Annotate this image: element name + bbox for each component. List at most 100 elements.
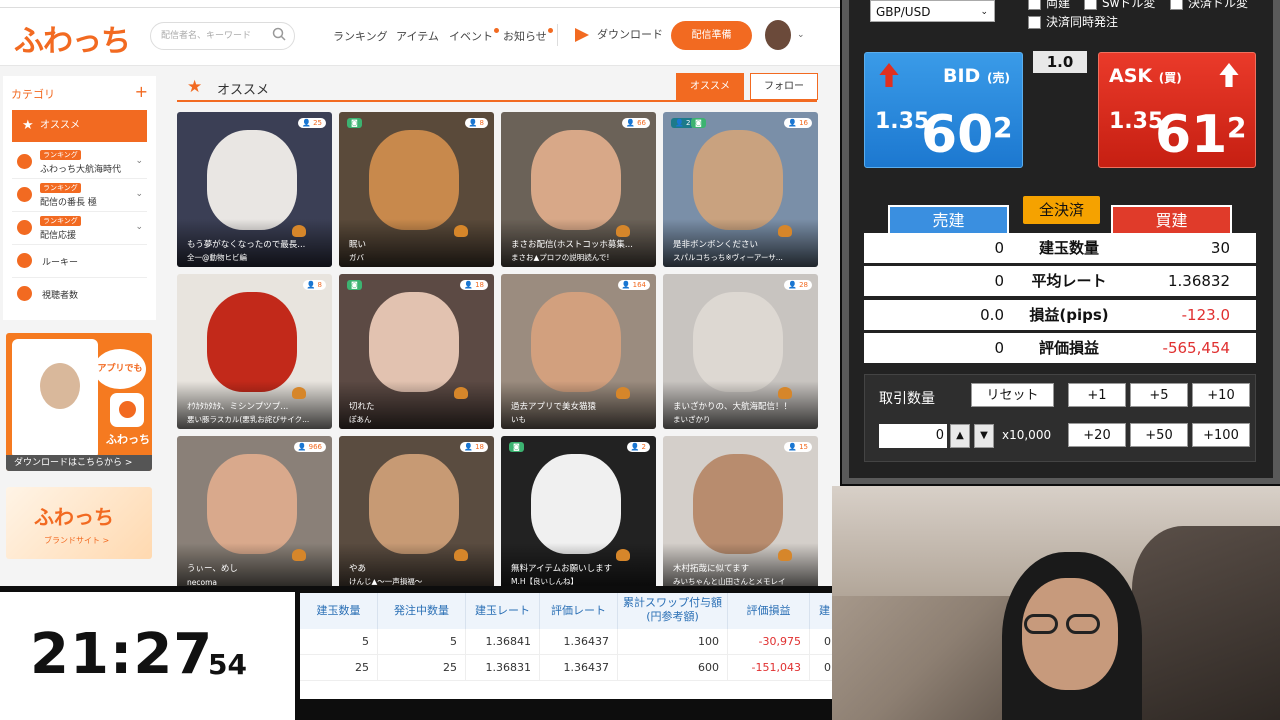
nav-ranking[interactable]: ランキング xyxy=(333,28,388,44)
stream-card[interactable]: 👤 28 まいざかりの、大航海配信！！ まいざかり xyxy=(663,274,818,429)
currency-pair-value: GBP/USD xyxy=(876,5,931,19)
chevron-down-icon[interactable]: ⌄ xyxy=(797,30,805,40)
ranking-badge: ランキング xyxy=(40,183,81,193)
increment-1-button[interactable]: +1 xyxy=(1068,383,1126,407)
site-logo[interactable]: ふわっち xyxy=(14,16,131,60)
brand-site-banner[interactable]: ふわっち ブランドサイト > xyxy=(6,487,152,559)
streamer-name: スパルコちっち※ヴィーアーサ... xyxy=(673,253,783,262)
stream-card[interactable]: 👤 66 まさお配信(ホストコッホ募集... まさお▲プロフの説明読んで! xyxy=(501,112,656,267)
nav-news-label: お知らせ xyxy=(503,30,547,43)
table-header: 累計スワップ付与額 (円参考額) xyxy=(618,593,728,629)
checkbox-label: 決済同時発注 xyxy=(1046,15,1119,29)
nav-events-label: イベント xyxy=(449,30,493,43)
row-label: 損益(pips) xyxy=(1029,306,1109,324)
category-heading: カテゴリ xyxy=(11,88,55,101)
tab-sell-position[interactable]: 売建 xyxy=(888,205,1009,233)
bid-sell-button[interactable]: BID (売) 1.35 60 2 xyxy=(864,52,1023,168)
viewer-count-badge: 👤 18 xyxy=(460,280,488,290)
streamer-name: 悪い豚ラスカル(悪乳お詫びサイク... xyxy=(187,415,310,424)
quantity-input[interactable]: 0 xyxy=(879,424,947,448)
simultaneous-order-checkbox[interactable]: 決済同時発注 xyxy=(1028,13,1118,30)
close-all-button[interactable]: 全決済 xyxy=(1023,196,1100,224)
streamer-name: M.H【良いしんね】 xyxy=(511,577,578,586)
ask-tag: (買) xyxy=(1158,71,1182,85)
nav-events[interactable]: イベント xyxy=(449,28,499,44)
summary-row: 0 平均レート 1.36832 xyxy=(864,266,1256,296)
checkbox-label: Swドル変 xyxy=(1102,0,1156,10)
download-link[interactable]: ダウンロード xyxy=(575,26,663,42)
table-header: 建玉レート xyxy=(466,593,540,629)
stream-title: やあ xyxy=(349,564,367,574)
item-icon xyxy=(454,387,468,399)
sidebar-item-ranking-boss[interactable]: ランキング 配信の番長 極 ⌄ xyxy=(12,179,147,212)
camera-icon: ◙ xyxy=(691,118,706,128)
promo-download-link[interactable]: ダウンロードはこちらから > xyxy=(6,455,152,471)
item-icon xyxy=(292,225,306,237)
viewer-count-badge: 👤 16 xyxy=(784,118,812,128)
sidebar-item-label: オススメ xyxy=(40,120,80,131)
stream-card[interactable]: ◙ 👤 8 眠い ガバ xyxy=(339,112,494,267)
user-avatar[interactable] xyxy=(765,20,791,50)
summary-row: 0.0 損益(pips) -123.0 xyxy=(864,300,1256,330)
table-header: 建 xyxy=(810,593,833,629)
bid-price-main: 60 xyxy=(921,105,994,165)
stream-title: ｵｳｶﾀｶﾀｶﾀ、ミシンプツプ... xyxy=(187,402,289,412)
sidebar-item-label: ふわっち大航海時代 xyxy=(40,165,122,175)
tab-follow[interactable]: フォロー xyxy=(750,73,818,100)
stream-card[interactable]: 👤 164 過去アプリで美女猫猿 いも xyxy=(501,274,656,429)
stream-card[interactable]: 👤 25 もう夢がなくなったので最長... 全一@動物ヒビ編 xyxy=(177,112,332,267)
sidebar-item-ranking-voyage[interactable]: ランキング ふわっち大航海時代 ⌄ xyxy=(12,146,147,179)
download-label: ダウンロード xyxy=(597,28,663,41)
promo-app-name: ふわっち xyxy=(106,433,150,446)
reset-button[interactable]: リセット xyxy=(971,383,1054,407)
increment-5-button[interactable]: +5 xyxy=(1130,383,1188,407)
table-cell: 5 xyxy=(378,629,466,655)
stream-card[interactable]: 👤 8 ｵｳｶﾀｶﾀｶﾀ、ミシンプツプ... 悪い豚ラスカル(悪乳お詫びサイク... xyxy=(177,274,332,429)
prepare-stream-button[interactable]: 配信準備 xyxy=(671,21,752,50)
swap-dollar-checkbox[interactable]: Swドル変 xyxy=(1084,0,1155,11)
stream-card[interactable]: 👤 2 ◙ 👤 16 是非ボンボンください スパルコちっち※ヴィーアーサ... xyxy=(663,112,818,267)
stream-card[interactable]: 👤 15 木村拓哉に似てます みいちゃんと山田さんとメモレイ xyxy=(663,436,818,586)
stream-title: もう夢がなくなったので最長... xyxy=(187,240,306,250)
stream-card[interactable]: 👤 966 うぃー、めし necoma xyxy=(177,436,332,586)
nav-items[interactable]: アイテム xyxy=(396,28,439,44)
increment-50-button[interactable]: +50 xyxy=(1130,423,1188,447)
ask-buy-button[interactable]: ASK (買) 1.35 61 2 xyxy=(1098,52,1256,168)
search-icon[interactable] xyxy=(272,27,286,41)
stream-card[interactable]: ◙ 👤 18 切れた ぽあん xyxy=(339,274,494,429)
tab-buy-position[interactable]: 買建 xyxy=(1111,205,1232,233)
sidebar-item-rookie[interactable]: ルーキー xyxy=(12,245,147,278)
stream-card[interactable]: ◙ 👤 2 無料アイテムお願いします M.H【良いしんね】 xyxy=(501,436,656,586)
sidebar-item-ranking-support[interactable]: ランキング 配信応援 ⌄ xyxy=(12,212,147,245)
table-cell: 100 xyxy=(618,629,728,655)
table-cell: 600 xyxy=(618,655,728,681)
ask-label: ASK (買) xyxy=(1109,65,1182,87)
stream-card[interactable]: 👤 18 やあ けんじ▲〜一声損福〜 xyxy=(339,436,494,586)
quantity-down-icon[interactable]: ▼ xyxy=(974,424,994,448)
ask-label-text: ASK xyxy=(1109,65,1153,87)
increment-100-button[interactable]: +100 xyxy=(1192,423,1250,447)
ranking-badge: ランキング xyxy=(40,150,81,160)
hedge-checkbox[interactable]: 両建 xyxy=(1028,0,1070,11)
sidebar-item-recommended[interactable]: ★ オススメ xyxy=(12,110,147,142)
sidebar-item-viewers[interactable]: 視聴者数 xyxy=(12,278,147,311)
quantity-up-icon[interactable]: ▲ xyxy=(950,424,970,448)
top-bar: ふわっち 配信者名、キーワード ランキング アイテム イベント お知らせ ダウン… xyxy=(0,0,840,66)
app-promo-banner[interactable]: アプリでも ふわっち ダウンロードはこちらから > xyxy=(6,333,152,471)
item-icon xyxy=(778,549,792,561)
tab-recommended[interactable]: オススメ xyxy=(676,73,744,100)
increment-10-button[interactable]: +10 xyxy=(1192,383,1250,407)
add-category-icon[interactable]: + xyxy=(135,82,148,101)
streamer-thumbnail xyxy=(369,292,459,392)
promo-person-image xyxy=(40,363,80,409)
webcam-object xyxy=(1132,526,1280,720)
nav-news[interactable]: お知らせ xyxy=(503,28,553,44)
settle-dollar-checkbox[interactable]: 決済ドル変 xyxy=(1170,0,1248,11)
increment-20-button[interactable]: +20 xyxy=(1068,423,1126,447)
checkbox-label: 決済ドル変 xyxy=(1188,0,1249,10)
search-input[interactable]: 配信者名、キーワード xyxy=(150,22,295,50)
phone-mockup xyxy=(12,339,98,459)
currency-pair-select[interactable]: GBP/USD ⌄ xyxy=(870,0,995,22)
brand-logo: ふわっち xyxy=(34,505,114,529)
bid-price-fraction: 2 xyxy=(993,111,1013,144)
